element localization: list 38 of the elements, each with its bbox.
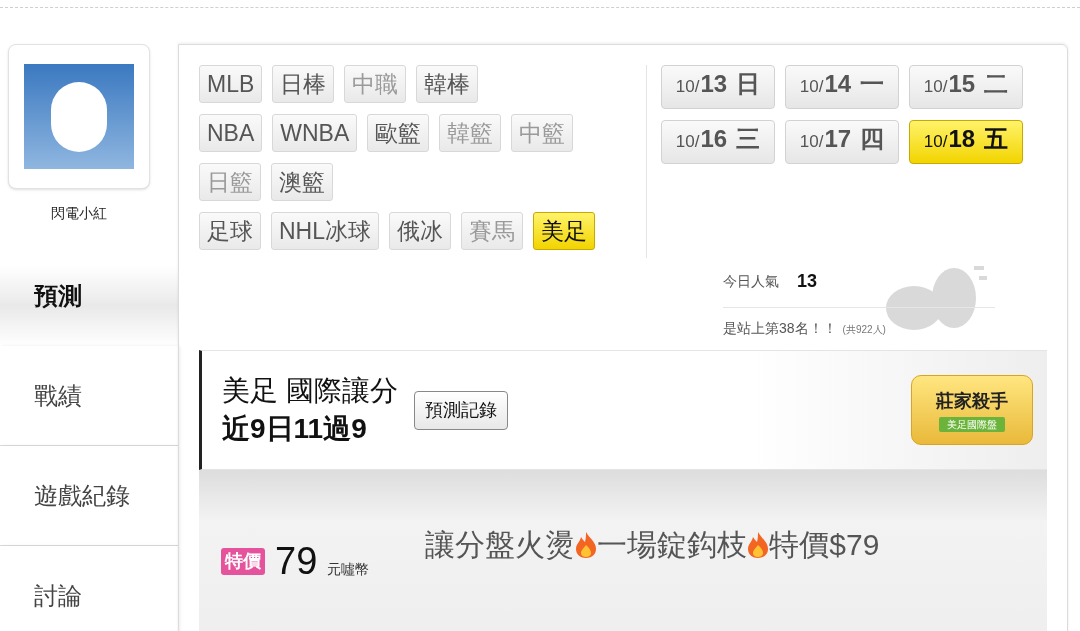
nav-tab[interactable]: 戰績 bbox=[0, 346, 178, 446]
sport-tab[interactable]: 韓棒 bbox=[416, 65, 479, 103]
popularity-label: 今日人氣 bbox=[723, 272, 779, 291]
offer-title-text: 一場錠鈎枝 bbox=[597, 527, 748, 563]
record-streak: 近9日11過9 bbox=[222, 412, 368, 446]
date-tab[interactable]: 10/18 五 bbox=[909, 120, 1023, 164]
date-tab[interactable]: 10/15 二 bbox=[909, 65, 1023, 109]
nav-tab[interactable]: 遊戲紀錄 bbox=[0, 446, 178, 546]
rank-text: 是站上第38名！！ bbox=[723, 319, 837, 338]
record-title: 美足 國際讓分 bbox=[222, 374, 398, 408]
rank-total: (共922人) bbox=[842, 323, 886, 337]
date-tab[interactable]: 10/16 三 bbox=[661, 120, 775, 164]
sport-tab[interactable]: 美足 bbox=[533, 212, 595, 250]
user-name: 閃電小紅 bbox=[51, 204, 107, 223]
date-tab[interactable]: 10/14 一 bbox=[785, 65, 899, 109]
sport-tab[interactable]: 俄冰 bbox=[389, 212, 451, 250]
badge-subtitle: 美足國際盤 bbox=[939, 417, 1005, 432]
nav-tab[interactable]: 討論 bbox=[0, 546, 178, 631]
sport-tab[interactable]: 日棒 bbox=[272, 65, 335, 103]
sport-tab[interactable]: 澳籃 bbox=[271, 163, 333, 201]
flame-icon bbox=[575, 530, 598, 559]
sport-tab[interactable]: NBA bbox=[199, 114, 263, 152]
price-value: 79 bbox=[275, 542, 318, 580]
offer-title-text: 讓分盤火燙 bbox=[425, 527, 576, 563]
special-price-tag: 特價 bbox=[221, 547, 265, 575]
date-tab[interactable]: 10/13 日 bbox=[661, 65, 775, 109]
flame-icon bbox=[747, 530, 770, 559]
sport-tab[interactable]: MLB bbox=[199, 65, 263, 103]
currency-label: 元噓幣 bbox=[327, 560, 370, 579]
sport-tab[interactable]: NHL冰球 bbox=[271, 212, 379, 250]
sport-tab[interactable]: WNBA bbox=[272, 114, 358, 152]
sport-tab[interactable]: 歐籃 bbox=[367, 114, 430, 152]
offer-title-text: 特價$79 bbox=[769, 527, 880, 563]
badge-title: 莊家殺手 bbox=[936, 390, 1008, 413]
popularity-value: 13 bbox=[797, 270, 818, 293]
prediction-history-button[interactable]: 預測記錄 bbox=[413, 390, 508, 430]
sport-tab[interactable]: 足球 bbox=[199, 212, 261, 250]
date-tab[interactable]: 10/17 四 bbox=[785, 120, 899, 164]
